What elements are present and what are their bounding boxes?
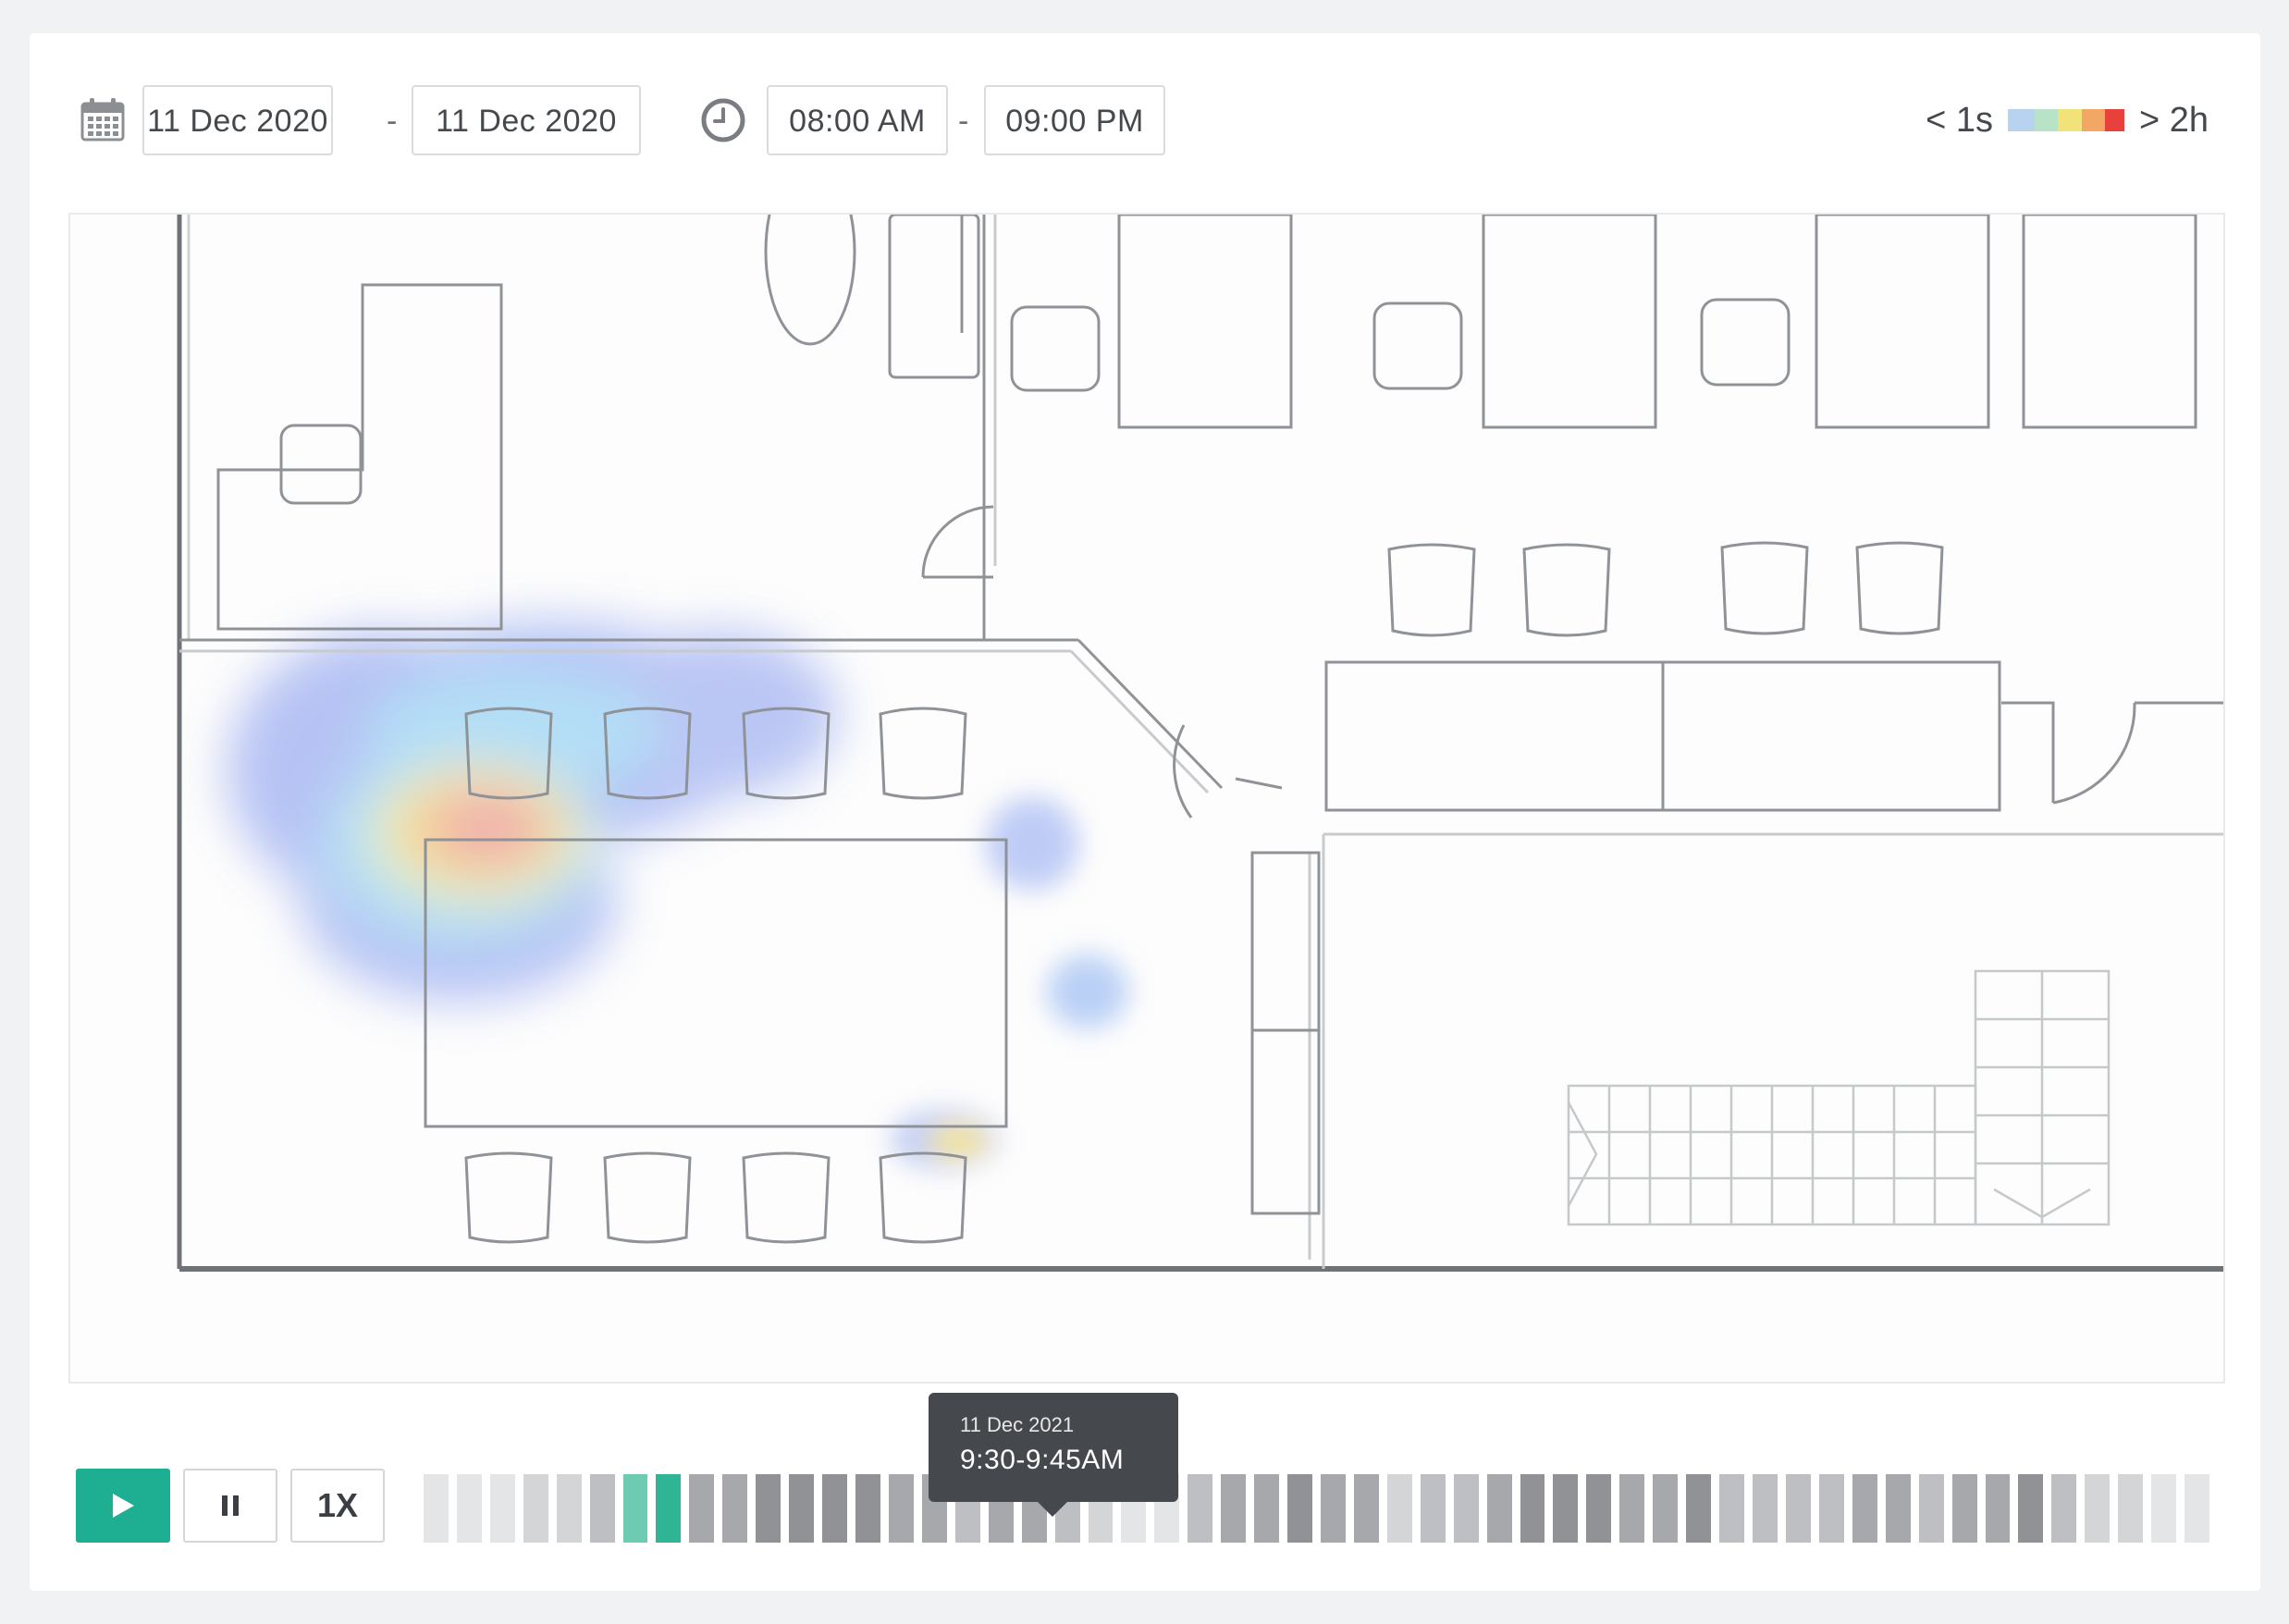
speed-button[interactable]: 1X (290, 1469, 385, 1543)
filter-toolbar: 11 Dec 2020 - 11 Dec 2020 08:00 AM - 09:… (30, 33, 2260, 209)
timeline-slot[interactable] (2151, 1474, 2177, 1543)
timeline-slot[interactable] (888, 1474, 914, 1543)
heatmap-panel: 11 Dec 2020 - 11 Dec 2020 08:00 AM - 09:… (30, 33, 2260, 1591)
timeline-slot[interactable] (1818, 1474, 1844, 1543)
clock-icon[interactable] (699, 96, 747, 144)
start-time-input[interactable]: 08:00 AM (767, 85, 948, 155)
timeline-slot[interactable] (789, 1474, 815, 1543)
end-date-input[interactable]: 11 Dec 2020 (412, 85, 641, 155)
play-icon (113, 1494, 134, 1518)
timeline-slot[interactable] (556, 1474, 582, 1543)
legend-color-segment (2007, 109, 2036, 131)
timeline-slot-selected[interactable] (622, 1474, 648, 1543)
timeline-slot[interactable] (1221, 1474, 1247, 1543)
tooltip-time-range: 9:30-9:45AM (960, 1445, 1125, 1475)
timeline-slot[interactable] (1686, 1474, 1712, 1543)
date-range-separator: - (387, 104, 398, 139)
legend-gradient (2007, 109, 2124, 131)
timeline-slot[interactable] (756, 1474, 781, 1543)
timeline-slot[interactable] (1619, 1474, 1645, 1543)
timeline-slot[interactable] (1653, 1474, 1679, 1543)
timeline-slot[interactable] (722, 1474, 748, 1543)
timeline-slot[interactable] (1753, 1474, 1778, 1543)
timeline-slot[interactable] (1453, 1474, 1479, 1543)
playback-bar: 1X 11 Dec 2021 9:30-9:45AM (30, 1393, 2260, 1591)
timeline-slot[interactable] (1852, 1474, 1877, 1543)
legend-color-segment (2104, 109, 2124, 131)
timeline-slot[interactable] (1353, 1474, 1379, 1543)
timeline-slot[interactable] (1785, 1474, 1811, 1543)
timeline-slot[interactable] (1951, 1474, 1977, 1543)
timeline-slot[interactable] (523, 1474, 548, 1543)
timeline-slot[interactable] (1287, 1474, 1312, 1543)
timeline-slot[interactable] (855, 1474, 880, 1543)
timeline-slot[interactable] (1386, 1474, 1412, 1543)
timeline-slot[interactable] (1486, 1474, 1512, 1543)
timeline-slot[interactable] (2018, 1474, 2044, 1543)
timeline-slot-selected[interactable] (656, 1474, 682, 1543)
timeline-slot[interactable] (2184, 1474, 2209, 1543)
heatmap-overlay (228, 621, 1128, 1169)
timeline-slot[interactable] (1520, 1474, 1545, 1543)
timeline-slot[interactable] (1321, 1474, 1346, 1543)
heatmap-legend: < 1s > 2h (1926, 94, 2209, 146)
timeline-track[interactable]: 11 Dec 2021 9:30-9:45AM (424, 1393, 2218, 1543)
timeline-slot[interactable] (1586, 1474, 1612, 1543)
timeline-slot[interactable] (1420, 1474, 1446, 1543)
tooltip-date: 11 Dec 2021 (960, 1413, 1075, 1436)
stairs (1567, 969, 2111, 1226)
legend-color-segment (2058, 109, 2082, 131)
start-date-input[interactable]: 11 Dec 2020 (142, 85, 333, 155)
timeline-slot[interactable] (424, 1474, 449, 1543)
timeline-slot[interactable] (689, 1474, 715, 1543)
timeline-slot[interactable] (1918, 1474, 1944, 1543)
timeline-slot[interactable] (2118, 1474, 2144, 1543)
timeline-slot[interactable] (1553, 1474, 1579, 1543)
floor-plan (68, 213, 2225, 1384)
end-time-input[interactable]: 09:00 PM (984, 85, 1165, 155)
pause-icon (222, 1495, 239, 1516)
play-button[interactable] (76, 1469, 170, 1543)
timeline-slot[interactable] (1188, 1474, 1213, 1543)
timeline-tooltip: 11 Dec 2021 9:30-9:45AM (929, 1393, 1178, 1517)
legend-max-label: > 2h (2138, 100, 2209, 140)
timeline-slot[interactable] (489, 1474, 515, 1543)
legend-color-segment (2035, 109, 2059, 131)
timeline-slot[interactable] (1985, 1474, 2011, 1543)
timeline-slot[interactable] (456, 1474, 482, 1543)
timeline-slot[interactable] (589, 1474, 615, 1543)
floor-plan-drawing (177, 215, 2223, 1272)
timeline-slot[interactable] (1885, 1474, 1911, 1543)
timeline-slot[interactable] (2085, 1474, 2111, 1543)
time-range-separator: - (958, 104, 969, 139)
timeline-slot[interactable] (822, 1474, 848, 1543)
calendar-icon[interactable] (80, 96, 126, 142)
timeline-slot[interactable] (1254, 1474, 1280, 1543)
pause-button[interactable] (183, 1469, 277, 1543)
legend-min-label: < 1s (1926, 100, 1993, 140)
timeline-slot[interactable] (2051, 1474, 2077, 1543)
timeline-slot[interactable] (1719, 1474, 1745, 1543)
legend-color-segment (2081, 109, 2105, 131)
